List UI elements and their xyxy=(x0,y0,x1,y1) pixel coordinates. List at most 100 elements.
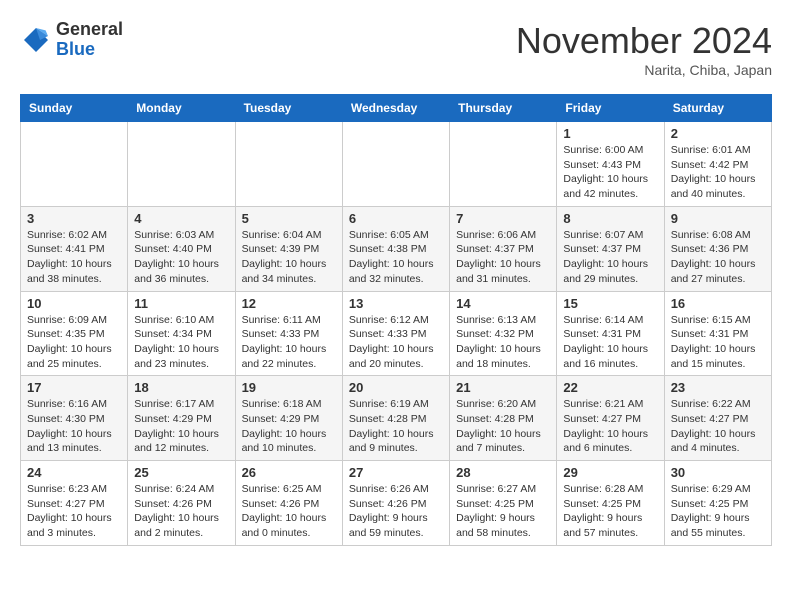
calendar-cell: 17Sunrise: 6:16 AM Sunset: 4:30 PM Dayli… xyxy=(21,376,128,461)
day-info: Sunrise: 6:12 AM Sunset: 4:33 PM Dayligh… xyxy=(349,313,443,372)
day-info: Sunrise: 6:11 AM Sunset: 4:33 PM Dayligh… xyxy=(242,313,336,372)
day-info: Sunrise: 6:10 AM Sunset: 4:34 PM Dayligh… xyxy=(134,313,228,372)
day-number: 7 xyxy=(456,211,550,226)
day-info: Sunrise: 6:09 AM Sunset: 4:35 PM Dayligh… xyxy=(27,313,121,372)
day-number: 4 xyxy=(134,211,228,226)
calendar-cell: 3Sunrise: 6:02 AM Sunset: 4:41 PM Daylig… xyxy=(21,206,128,291)
day-info: Sunrise: 6:22 AM Sunset: 4:27 PM Dayligh… xyxy=(671,397,765,456)
title-block: November 2024 Narita, Chiba, Japan xyxy=(516,20,772,78)
day-number: 5 xyxy=(242,211,336,226)
day-number: 18 xyxy=(134,380,228,395)
weekday-header-monday: Monday xyxy=(128,95,235,122)
day-number: 6 xyxy=(349,211,443,226)
day-number: 30 xyxy=(671,465,765,480)
calendar-cell: 6 Sunrise: 6:05 AM Sunset: 4:38 PM Daylig… xyxy=(342,206,449,291)
calendar-cell xyxy=(342,122,449,207)
logo-text: General Blue xyxy=(56,20,123,60)
day-info: Sunrise: 6:05 AM Sunset: 4:38 PM Dayligh… xyxy=(349,228,443,287)
day-number: 26 xyxy=(242,465,336,480)
calendar-cell: 24 Sunrise: 6:23 AM Sunset: 4:27 PM Dayli… xyxy=(21,461,128,546)
calendar-table: SundayMondayTuesdayWednesdayThursdayFrid… xyxy=(20,94,772,546)
day-number: 19 xyxy=(242,380,336,395)
day-number: 13 xyxy=(349,296,443,311)
month-title: November 2024 xyxy=(516,20,772,62)
day-number: 14 xyxy=(456,296,550,311)
day-number: 22 xyxy=(563,380,657,395)
week-row-5: 24 Sunrise: 6:23 AM Sunset: 4:27 PM Dayli… xyxy=(21,461,772,546)
calendar-cell: 27Sunrise: 6:26 AM Sunset: 4:26 PM Dayli… xyxy=(342,461,449,546)
day-number: 9 xyxy=(671,211,765,226)
weekday-header-friday: Friday xyxy=(557,95,664,122)
day-number: 29 xyxy=(563,465,657,480)
calendar-cell: 18 Sunrise: 6:17 AM Sunset: 4:29 PM Dayli… xyxy=(128,376,235,461)
day-info: Sunrise: 6:29 AM Sunset: 4:25 PM Dayligh… xyxy=(671,482,765,541)
calendar-cell: 21 Sunrise: 6:20 AM Sunset: 4:28 PM Dayli… xyxy=(450,376,557,461)
calendar-cell: 22 Sunrise: 6:21 AM Sunset: 4:27 PM Dayli… xyxy=(557,376,664,461)
calendar-cell: 15 Sunrise: 6:14 AM Sunset: 4:31 PM Dayli… xyxy=(557,291,664,376)
calendar-cell: 28Sunrise: 6:27 AM Sunset: 4:25 PM Dayli… xyxy=(450,461,557,546)
calendar-cell: 29Sunrise: 6:28 AM Sunset: 4:25 PM Dayli… xyxy=(557,461,664,546)
day-info: Sunrise: 6:19 AM Sunset: 4:28 PM Dayligh… xyxy=(349,397,443,456)
weekday-header-sunday: Sunday xyxy=(21,95,128,122)
calendar-cell xyxy=(21,122,128,207)
day-info: Sunrise: 6:27 AM Sunset: 4:25 PM Dayligh… xyxy=(456,482,550,541)
calendar-cell: 14 Sunrise: 6:13 AM Sunset: 4:32 PM Dayli… xyxy=(450,291,557,376)
weekday-header-wednesday: Wednesday xyxy=(342,95,449,122)
page-header: General Blue November 2024 Narita, Chiba… xyxy=(20,20,772,78)
day-info: Sunrise: 6:18 AM Sunset: 4:29 PM Dayligh… xyxy=(242,397,336,456)
calendar-cell xyxy=(235,122,342,207)
weekday-header-row: SundayMondayTuesdayWednesdayThursdayFrid… xyxy=(21,95,772,122)
day-info: Sunrise: 6:01 AM Sunset: 4:42 PM Dayligh… xyxy=(671,143,765,202)
day-number: 1 xyxy=(563,126,657,141)
day-number: 15 xyxy=(563,296,657,311)
location: Narita, Chiba, Japan xyxy=(516,62,772,78)
day-info: Sunrise: 6:07 AM Sunset: 4:37 PM Dayligh… xyxy=(563,228,657,287)
day-info: Sunrise: 6:26 AM Sunset: 4:26 PM Dayligh… xyxy=(349,482,443,541)
day-number: 8 xyxy=(563,211,657,226)
day-info: Sunrise: 6:02 AM Sunset: 4:41 PM Dayligh… xyxy=(27,228,121,287)
calendar-cell: 12 Sunrise: 6:11 AM Sunset: 4:33 PM Dayli… xyxy=(235,291,342,376)
day-number: 11 xyxy=(134,296,228,311)
day-info: Sunrise: 6:16 AM Sunset: 4:30 PM Dayligh… xyxy=(27,397,121,456)
day-info: Sunrise: 6:00 AM Sunset: 4:43 PM Dayligh… xyxy=(563,143,657,202)
day-info: Sunrise: 6:24 AM Sunset: 4:26 PM Dayligh… xyxy=(134,482,228,541)
calendar-cell: 16Sunrise: 6:15 AM Sunset: 4:31 PM Dayli… xyxy=(664,291,771,376)
calendar-cell: 1 Sunrise: 6:00 AM Sunset: 4:43 PM Daylig… xyxy=(557,122,664,207)
day-number: 20 xyxy=(349,380,443,395)
week-row-2: 3Sunrise: 6:02 AM Sunset: 4:41 PM Daylig… xyxy=(21,206,772,291)
week-row-3: 10Sunrise: 6:09 AM Sunset: 4:35 PM Dayli… xyxy=(21,291,772,376)
calendar-cell: 8 Sunrise: 6:07 AM Sunset: 4:37 PM Daylig… xyxy=(557,206,664,291)
day-info: Sunrise: 6:13 AM Sunset: 4:32 PM Dayligh… xyxy=(456,313,550,372)
day-number: 12 xyxy=(242,296,336,311)
weekday-header-thursday: Thursday xyxy=(450,95,557,122)
calendar-cell: 13 Sunrise: 6:12 AM Sunset: 4:33 PM Dayli… xyxy=(342,291,449,376)
day-info: Sunrise: 6:23 AM Sunset: 4:27 PM Dayligh… xyxy=(27,482,121,541)
week-row-4: 17Sunrise: 6:16 AM Sunset: 4:30 PM Dayli… xyxy=(21,376,772,461)
day-number: 25 xyxy=(134,465,228,480)
weekday-header-saturday: Saturday xyxy=(664,95,771,122)
day-number: 24 xyxy=(27,465,121,480)
day-number: 21 xyxy=(456,380,550,395)
day-info: Sunrise: 6:20 AM Sunset: 4:28 PM Dayligh… xyxy=(456,397,550,456)
day-info: Sunrise: 6:21 AM Sunset: 4:27 PM Dayligh… xyxy=(563,397,657,456)
day-info: Sunrise: 6:25 AM Sunset: 4:26 PM Dayligh… xyxy=(242,482,336,541)
calendar-cell: 11 Sunrise: 6:10 AM Sunset: 4:34 PM Dayli… xyxy=(128,291,235,376)
logo: General Blue xyxy=(20,20,123,60)
day-info: Sunrise: 6:06 AM Sunset: 4:37 PM Dayligh… xyxy=(456,228,550,287)
calendar-cell xyxy=(128,122,235,207)
day-number: 2 xyxy=(671,126,765,141)
calendar-cell: 7 Sunrise: 6:06 AM Sunset: 4:37 PM Daylig… xyxy=(450,206,557,291)
calendar-cell: 5 Sunrise: 6:04 AM Sunset: 4:39 PM Daylig… xyxy=(235,206,342,291)
weekday-header-tuesday: Tuesday xyxy=(235,95,342,122)
logo-icon xyxy=(20,24,52,56)
day-info: Sunrise: 6:14 AM Sunset: 4:31 PM Dayligh… xyxy=(563,313,657,372)
week-row-1: 1 Sunrise: 6:00 AM Sunset: 4:43 PM Daylig… xyxy=(21,122,772,207)
calendar-cell: 9 Sunrise: 6:08 AM Sunset: 4:36 PM Daylig… xyxy=(664,206,771,291)
calendar-cell: 4Sunrise: 6:03 AM Sunset: 4:40 PM Daylig… xyxy=(128,206,235,291)
calendar-cell: 26 Sunrise: 6:25 AM Sunset: 4:26 PM Dayli… xyxy=(235,461,342,546)
calendar-cell xyxy=(450,122,557,207)
day-info: Sunrise: 6:17 AM Sunset: 4:29 PM Dayligh… xyxy=(134,397,228,456)
calendar-cell: 19 Sunrise: 6:18 AM Sunset: 4:29 PM Dayli… xyxy=(235,376,342,461)
day-info: Sunrise: 6:08 AM Sunset: 4:36 PM Dayligh… xyxy=(671,228,765,287)
day-info: Sunrise: 6:04 AM Sunset: 4:39 PM Dayligh… xyxy=(242,228,336,287)
